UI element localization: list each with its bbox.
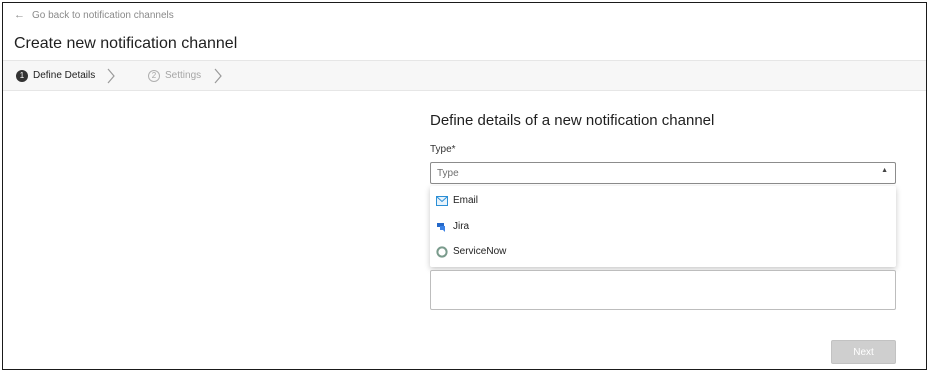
page-title: Create new notification channel: [14, 35, 238, 52]
envelope-icon: [436, 195, 448, 207]
type-select[interactable]: Type ▲: [430, 162, 896, 184]
back-link-label: Go back to notification channels: [32, 9, 174, 21]
form-heading: Define details of a new notification cha…: [430, 112, 715, 129]
step-label: Settings: [165, 70, 202, 81]
step-number-badge: 2: [148, 69, 160, 82]
type-option-jira[interactable]: Jira: [430, 214, 896, 239]
back-link[interactable]: ← Go back to notification channels: [14, 8, 174, 22]
option-label: Jira: [453, 221, 470, 232]
step-settings[interactable]: 2 Settings: [148, 61, 201, 90]
servicenow-icon: [436, 245, 448, 258]
notification-channel-page: ← Go back to notification channels Creat…: [2, 2, 927, 370]
back-arrow-icon: ←: [14, 8, 25, 21]
step-number-badge: 1: [16, 69, 28, 82]
type-option-email[interactable]: Email: [430, 188, 896, 213]
step-define-details[interactable]: 1 Define Details: [16, 61, 95, 90]
type-dropdown-menu: Email Jira ServiceNow: [430, 186, 896, 267]
caret-up-icon: ▲: [881, 167, 888, 174]
chevron-right-icon: [214, 68, 222, 84]
type-field-label: Type*: [430, 144, 456, 155]
next-button[interactable]: Next: [831, 340, 896, 364]
chevron-right-icon: [107, 68, 115, 84]
jira-icon: [436, 221, 448, 233]
type-option-servicenow[interactable]: ServiceNow: [430, 239, 896, 264]
step-label: Define Details: [33, 70, 96, 81]
description-textarea[interactable]: [430, 270, 896, 310]
option-label: ServiceNow: [453, 246, 507, 257]
stepper: 1 Define Details 2 Settings: [3, 60, 926, 91]
option-label: Email: [453, 195, 479, 206]
type-select-placeholder: Type: [437, 167, 459, 179]
